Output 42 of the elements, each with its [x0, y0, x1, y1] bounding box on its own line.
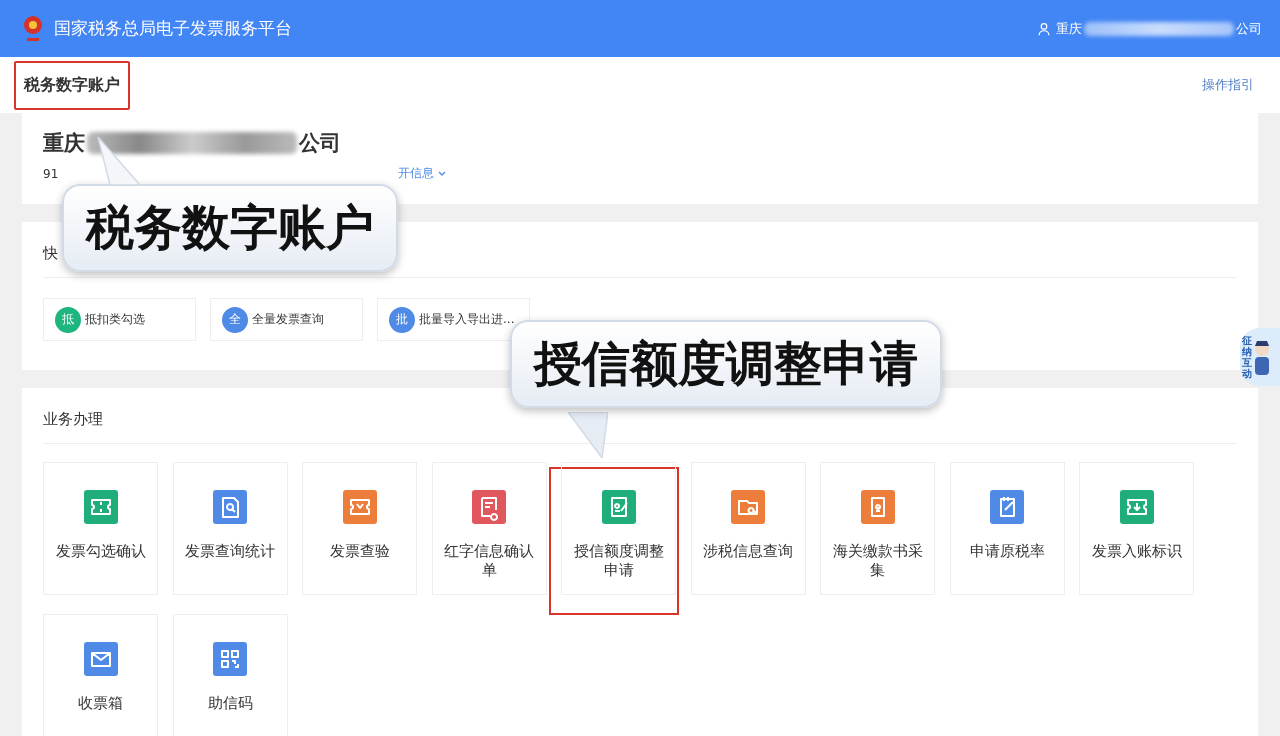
tile-label: 助信码	[206, 694, 254, 713]
platform-title: 国家税务总局电子发票服务平台	[54, 17, 292, 40]
page-title: 税务数字账户	[14, 60, 130, 110]
help-widget[interactable]: 征纳互动	[1240, 328, 1280, 386]
company-name-start: 重庆	[43, 130, 85, 157]
service-tile[interactable]: 发票入账标识	[1079, 462, 1194, 595]
company-name-end: 公司	[299, 130, 341, 157]
badge: 抵	[55, 306, 81, 333]
user-icon	[1037, 21, 1051, 36]
service-tile[interactable]: 发票勾选确认	[43, 462, 158, 595]
tile-label: 发票入账标识	[1090, 542, 1183, 561]
quick-label: 全量发票查询	[252, 311, 324, 328]
tile-label: 申请原税率	[968, 542, 1046, 561]
tax-id: 91	[43, 166, 59, 181]
quick-label: 批量导入导出进...	[419, 311, 515, 328]
service-tile[interactable]: 收票箱	[43, 614, 158, 736]
tile-label: 发票查验	[328, 542, 391, 561]
user-name-end: 公司	[1236, 19, 1262, 38]
tile-label: 收票箱	[77, 694, 124, 713]
tile-label: 发票查询统计	[184, 542, 276, 561]
service-tile[interactable]: 授信额度调整申请	[561, 462, 676, 595]
badge: 批	[389, 306, 415, 333]
tile-label: 发票勾选确认	[54, 542, 147, 561]
user-name-start: 重庆	[1056, 19, 1082, 38]
tile-label: 海关缴款书采集	[831, 542, 924, 580]
service-tile[interactable]: 助信码	[172, 614, 288, 736]
service-tile[interactable]: 红字信息确认单	[431, 462, 547, 595]
expand-link[interactable]: 开信息	[398, 165, 448, 182]
service-tile[interactable]: 申请原税率	[949, 462, 1065, 595]
quick-item[interactable]: 全 全量发票查询	[210, 298, 363, 341]
tile-label: 红字信息确认单	[443, 542, 535, 580]
guide-link[interactable]: 操作指引	[1202, 76, 1254, 94]
callout-tail	[568, 412, 608, 458]
quick-item[interactable]: 抵 抵扣类勾选	[43, 298, 196, 341]
service-tile[interactable]: 涉税信息查询	[690, 462, 806, 595]
service-tile[interactable]: 海关缴款书采集	[820, 462, 935, 595]
tile-label: 授信额度调整申请	[572, 542, 665, 580]
tile-label: 涉税信息查询	[702, 542, 794, 561]
quick-label: 抵扣类勾选	[85, 311, 145, 328]
badge: 全	[222, 306, 248, 333]
service-tile[interactable]: 发票查验	[302, 462, 417, 595]
service-tile[interactable]: 发票查询统计	[172, 462, 288, 595]
